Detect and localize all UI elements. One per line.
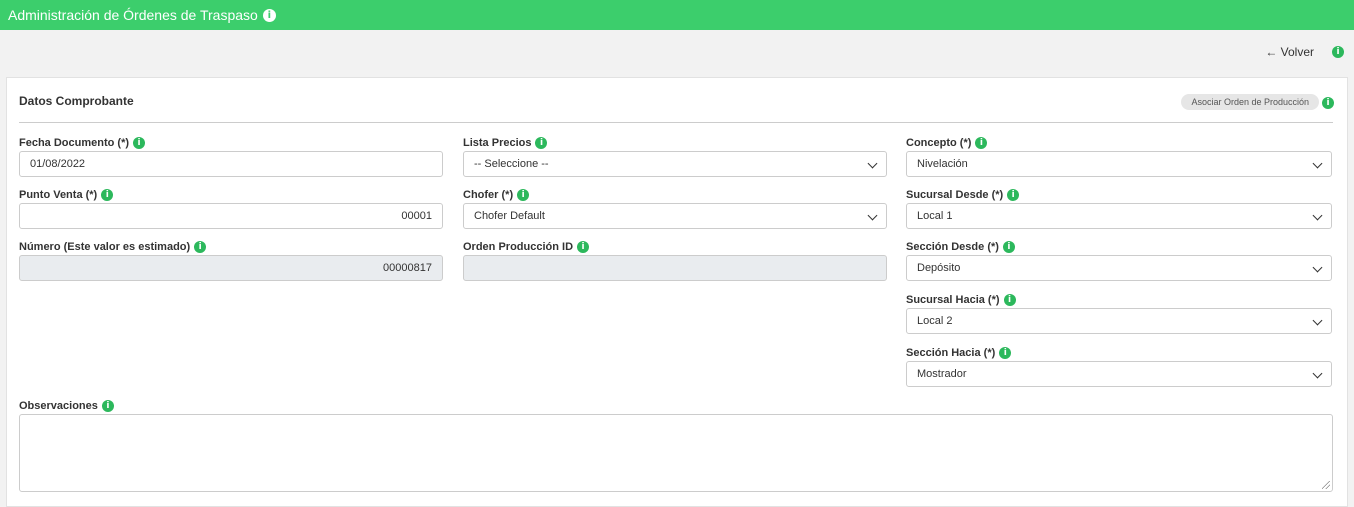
info-icon[interactable]: i (101, 400, 114, 413)
card-title: Datos Comprobante (19, 94, 134, 108)
info-icon[interactable]: i (999, 347, 1012, 360)
seccion-desde-select[interactable]: Depósito (906, 255, 1332, 281)
resize-handle-icon[interactable] (1322, 481, 1330, 489)
lista-precios-select[interactable]: -- Seleccione -- (463, 151, 887, 177)
lista-precios-label: Lista Precios (463, 137, 532, 149)
info-icon[interactable]: i (1003, 294, 1016, 307)
sucursal-desde-select[interactable]: Local 1 (906, 203, 1332, 229)
seccion-hacia-field: Sección Hacia (*) i Mostrador (906, 346, 1332, 387)
punto-venta-label: Punto Venta (*) (19, 189, 98, 201)
info-icon[interactable]: i (133, 137, 146, 150)
volver-link[interactable]: ← Volver (1265, 45, 1314, 59)
chofer-label: Chofer (*) (463, 189, 514, 201)
concepto-label: Concepto (*) (906, 137, 972, 149)
numero-field: Número (Este valor es estimado) i 0000081… (19, 240, 443, 281)
info-icon[interactable]: i (535, 137, 548, 150)
fecha-documento-input[interactable]: 01/08/2022 (19, 151, 443, 177)
info-icon[interactable]: i (1332, 46, 1344, 58)
info-icon[interactable]: i (1002, 241, 1015, 254)
chevron-down-icon (867, 210, 878, 221)
chevron-down-icon (1312, 315, 1323, 326)
concepto-field: Concepto (*) i Nivelación (906, 136, 1332, 177)
info-icon[interactable]: i (517, 189, 530, 202)
asociar-orden-button[interactable]: Asociar Orden de Producción (1181, 94, 1319, 110)
info-icon[interactable]: i (1322, 97, 1334, 109)
chevron-down-icon (1312, 158, 1323, 169)
sucursal-hacia-field: Sucursal Hacia (*) i Local 2 (906, 293, 1332, 334)
header-bar: Administración de Órdenes de Traspaso i (0, 0, 1354, 30)
concepto-select[interactable]: Nivelación (906, 151, 1332, 177)
observaciones-textarea[interactable] (19, 414, 1333, 492)
orden-produccion-field: Orden Producción ID i (463, 240, 887, 281)
fecha-documento-field: Fecha Documento (*) i 01/08/2022 (19, 136, 443, 177)
page-title: Administración de Órdenes de Traspaso (8, 7, 258, 23)
sucursal-desde-label: Sucursal Desde (*) (906, 189, 1004, 201)
punto-venta-field: Punto Venta (*) i 00001 (19, 188, 443, 229)
chofer-select[interactable]: Chofer Default (463, 203, 887, 229)
chofer-value: Chofer Default (474, 210, 545, 222)
punto-venta-input[interactable]: 00001 (19, 203, 443, 229)
numero-label: Número (Este valor es estimado) (19, 241, 191, 253)
seccion-desde-value: Depósito (917, 262, 961, 274)
datos-comprobante-card: Datos Comprobante Asociar Orden de Produ… (6, 77, 1348, 507)
observaciones-field: Observaciones i (19, 399, 1333, 492)
orden-produccion-label: Orden Producción ID (463, 241, 574, 253)
divider (19, 122, 1333, 123)
sucursal-hacia-select[interactable]: Local 2 (906, 308, 1332, 334)
lista-precios-value: -- Seleccione -- (474, 158, 549, 170)
chevron-down-icon (1312, 368, 1323, 379)
seccion-hacia-value: Mostrador (917, 368, 967, 380)
info-icon[interactable]: i (1007, 189, 1020, 202)
sucursal-hacia-label: Sucursal Hacia (*) (906, 294, 1000, 306)
lista-precios-field: Lista Precios i -- Seleccione -- (463, 136, 887, 177)
concepto-value: Nivelación (917, 158, 968, 170)
sucursal-desde-value: Local 1 (917, 210, 953, 222)
info-icon[interactable]: i (194, 241, 207, 254)
sucursal-desde-field: Sucursal Desde (*) i Local 1 (906, 188, 1332, 229)
orden-produccion-input (463, 255, 887, 281)
info-icon[interactable]: i (262, 8, 276, 22)
info-icon[interactable]: i (101, 189, 114, 202)
seccion-desde-field: Sección Desde (*) i Depósito (906, 240, 1332, 281)
numero-input: 00000817 (19, 255, 443, 281)
observaciones-label: Observaciones (19, 400, 98, 412)
seccion-hacia-select[interactable]: Mostrador (906, 361, 1332, 387)
fecha-documento-label: Fecha Documento (*) (19, 137, 130, 149)
chevron-down-icon (1312, 262, 1323, 273)
chevron-down-icon (867, 158, 878, 169)
seccion-desde-label: Sección Desde (*) (906, 241, 999, 253)
info-icon[interactable]: i (577, 241, 590, 254)
sucursal-hacia-value: Local 2 (917, 315, 953, 327)
seccion-hacia-label: Sección Hacia (*) (906, 347, 996, 359)
chevron-down-icon (1312, 210, 1323, 221)
chofer-field: Chofer (*) i Chofer Default (463, 188, 887, 229)
info-icon[interactable]: i (975, 137, 988, 150)
toolbar: ← Volver i (1265, 45, 1344, 59)
